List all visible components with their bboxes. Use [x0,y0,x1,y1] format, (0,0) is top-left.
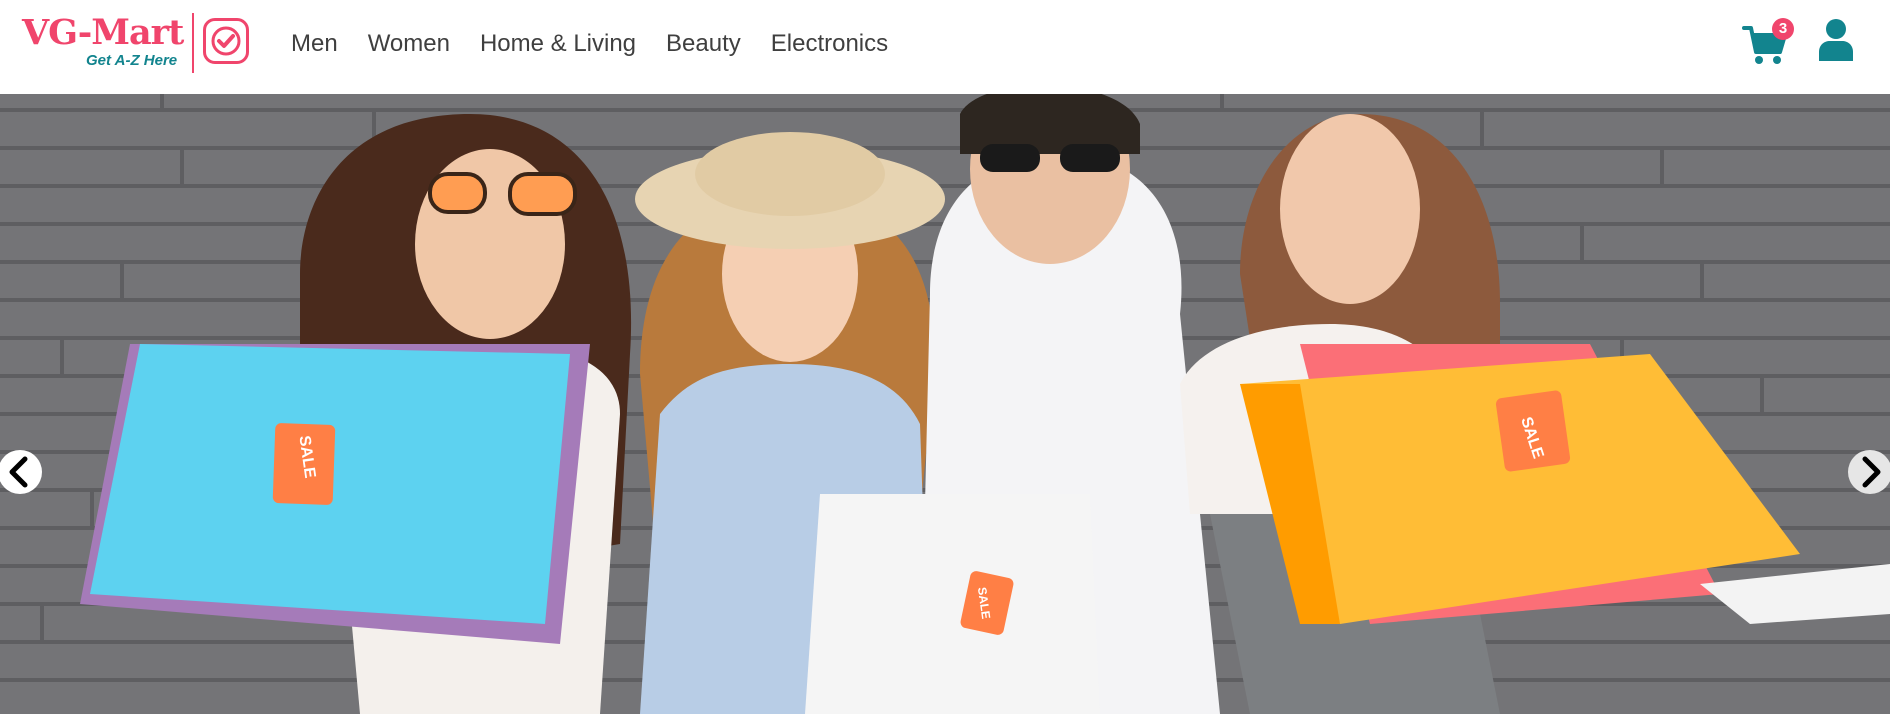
hero-slide-image [0,94,1890,714]
navbar: VG-Mart Get A-Z Here Men Women Home & Li… [0,0,1890,94]
carousel-prev-button[interactable] [0,450,42,494]
brand-tagline: Get A-Z Here [86,52,178,69]
nav-item-beauty[interactable]: Beauty [651,24,756,64]
nav-item-home-living[interactable]: Home & Living [465,24,651,64]
nav-item-electronics[interactable]: Electronics [756,24,903,64]
chevron-left-icon [9,456,28,488]
brand-logo[interactable]: VG-Mart Get A-Z Here [20,12,254,74]
carousel-next-button[interactable] [1848,450,1890,494]
chevron-right-icon [1862,456,1881,488]
cart-count-badge: 3 [1772,18,1794,40]
main-menu: Men Women Home & Living Beauty Electroni… [291,24,903,64]
brand-name: VG-Mart [22,12,184,53]
hero-carousel: SALE SALE SALE [0,94,1890,714]
user-account-button[interactable] [1818,18,1854,64]
logo-divider [192,13,194,73]
cart-button[interactable]: 3 [1742,18,1794,66]
nav-item-women[interactable]: Women [353,24,465,64]
nav-item-men[interactable]: Men [291,24,353,64]
checkmark-icon [203,18,249,64]
user-icon [1819,19,1853,61]
